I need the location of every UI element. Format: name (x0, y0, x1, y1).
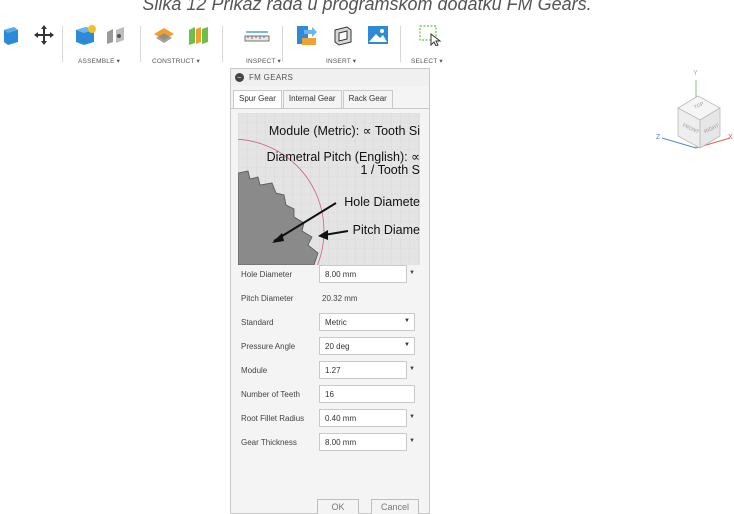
standard-row: Standard Metric ▼ (231, 313, 429, 333)
module-row: Module 1.27 ▼ (231, 361, 429, 381)
midplane-icon[interactable] (186, 24, 210, 46)
panel-title: FM GEARS (249, 73, 294, 82)
ok-button[interactable]: OK (317, 499, 359, 514)
solid-body-icon[interactable] (4, 24, 18, 46)
panel-header: – FM GEARS (231, 69, 429, 86)
pitch-diameter-row: Pitch Diameter 20.32 mm (231, 289, 429, 309)
number-of-teeth-row: Number of Teeth 16 (231, 385, 429, 405)
gear-diagram: Module (Metric): ∝ Tooth Si Diametral Pi… (238, 113, 420, 265)
cancel-button[interactable]: Cancel (371, 499, 419, 514)
pitch-diameter-label: Pitch Diameter (241, 294, 294, 303)
insert-svg-icon[interactable] (294, 24, 318, 46)
joint-icon[interactable] (104, 24, 128, 46)
standard-select[interactable]: Metric ▼ (319, 313, 415, 331)
axis-x-label: X (728, 134, 733, 141)
hole-diameter-label: Hole Diameter (241, 270, 293, 279)
axis-y-label: Y (693, 70, 698, 77)
gear-thickness-input[interactable]: 8.00 mm (319, 433, 407, 451)
module-value: 1.27 (325, 366, 341, 375)
tab-rack-gear[interactable]: Rack Gear (342, 90, 393, 108)
select-icon[interactable] (418, 24, 442, 46)
diagram-module-text: Module (Metric): ∝ Tooth Si (268, 124, 420, 138)
pressure-angle-row: Pressure Angle 20 deg ▼ (231, 337, 429, 357)
number-of-teeth-value: 16 (325, 390, 334, 399)
module-dropdown-icon[interactable]: ▼ (409, 366, 415, 372)
view-cube-graphic (661, 80, 731, 149)
root-fillet-radius-value: 0.40 mm (325, 414, 357, 423)
root-fillet-dropdown-icon[interactable]: ▼ (409, 414, 415, 420)
tab-spur-gear[interactable]: Spur Gear (233, 90, 282, 108)
gear-thickness-dropdown-icon[interactable]: ▼ (409, 438, 415, 444)
view-cube[interactable]: TOP FRONT RIGHT Y X Z (650, 70, 734, 160)
figure-caption: Slika 12 Prikaz rada u programskom dodat… (142, 0, 592, 14)
diagram-hole-label: Hole Diamete (344, 195, 420, 209)
standard-label: Standard (241, 318, 274, 327)
offset-plane-icon[interactable] (152, 24, 176, 46)
fm-gears-panel: – FM GEARS Spur Gear Internal Gear Rack … (230, 68, 430, 514)
root-fillet-radius-label: Root Fillet Radius (241, 414, 305, 423)
gear-thickness-value: 8.00 mm (325, 438, 357, 447)
module-input[interactable]: 1.27 (319, 361, 407, 379)
root-fillet-radius-input[interactable]: 0.40 mm (319, 409, 407, 427)
gear-type-tabs: Spur Gear Internal Gear Rack Gear (233, 90, 394, 108)
toolbar-separator (140, 26, 141, 62)
pressure-angle-value: 20 deg (325, 342, 350, 351)
toolbar-separator (222, 26, 223, 62)
number-of-teeth-input[interactable]: 16 (319, 385, 415, 403)
insert-mesh-icon[interactable] (331, 24, 355, 46)
standard-value: Metric (325, 318, 347, 327)
chevron-down-icon: ▼ (404, 342, 410, 348)
gear-thickness-label: Gear Thickness (241, 438, 297, 447)
diagram-tooth-text: 1 / Tooth S (360, 163, 420, 177)
construct-menu[interactable]: CONSTRUCT ▾ (152, 57, 200, 65)
hole-diameter-row: Hole Diameter 8.00 mm ▼ (231, 265, 429, 285)
tab-internal-gear[interactable]: Internal Gear (282, 90, 342, 108)
number-of-teeth-label: Number of Teeth (241, 390, 300, 399)
toolbar-separator (62, 26, 63, 62)
diagram-pitch-text: Diametral Pitch (English): ∝ (266, 150, 420, 164)
hole-diameter-dropdown-icon[interactable]: ▼ (409, 270, 415, 276)
toolbar-separator (400, 26, 401, 62)
hole-diameter-value: 8.00 mm (325, 270, 357, 279)
toolbar-separator (282, 26, 283, 62)
toolbar: ASSEMBLE ▾ CONSTRUCT ▾ INSPECT ▾ INSERT … (0, 20, 734, 68)
move-icon[interactable] (32, 24, 56, 46)
collapse-icon[interactable]: – (235, 73, 244, 82)
module-label: Module (241, 366, 268, 375)
chevron-down-icon: ▼ (404, 318, 410, 324)
gear-thickness-row: Gear Thickness 8.00 mm ▼ (231, 433, 429, 453)
insert-menu[interactable]: INSERT ▾ (326, 57, 356, 65)
inspect-menu[interactable]: INSPECT ▾ (246, 57, 281, 65)
canvas-image-icon[interactable] (366, 24, 390, 46)
assemble-menu[interactable]: ASSEMBLE ▾ (78, 57, 120, 65)
pitch-diameter-value: 20.32 mm (322, 294, 358, 303)
diagram-pitch-label: Pitch Diame (352, 223, 420, 237)
pressure-angle-label: Pressure Angle (241, 342, 296, 351)
tab-divider (231, 108, 429, 109)
select-menu[interactable]: SELECT ▾ (411, 57, 443, 65)
hole-diameter-input[interactable]: 8.00 mm (319, 265, 407, 283)
root-fillet-radius-row: Root Fillet Radius 0.40 mm ▼ (231, 409, 429, 429)
measure-icon[interactable] (244, 24, 270, 46)
new-component-icon[interactable] (74, 24, 98, 46)
pressure-angle-select[interactable]: 20 deg ▼ (319, 337, 415, 355)
axis-z-label: Z (656, 134, 661, 141)
